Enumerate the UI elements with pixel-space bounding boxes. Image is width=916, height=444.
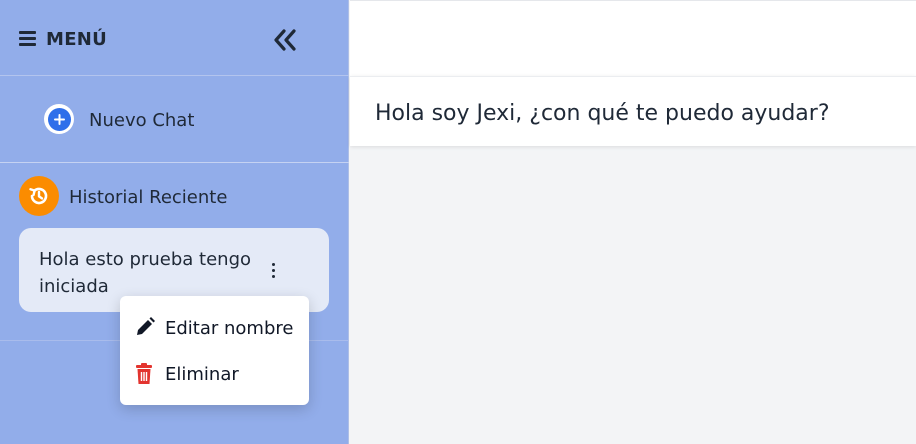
trash-icon (136, 363, 152, 384)
edit-name-menu-item[interactable]: Editar nombre (120, 308, 309, 352)
delete-label: Eliminar (165, 364, 239, 385)
new-chat-label: Nuevo Chat (89, 110, 195, 131)
menu-header: MENÚ (0, 0, 349, 76)
pencil-icon (137, 317, 155, 335)
double-chevron-left-icon (274, 29, 296, 51)
menu-title: MENÚ (46, 29, 108, 50)
collapse-sidebar-button[interactable] (270, 26, 302, 54)
chat-history-title: Hola esto prueba tengo iniciada (39, 249, 252, 297)
hamburger-icon[interactable] (19, 31, 36, 46)
greeting-message: Hola soy Jexi, ¿con qué te puedo ayudar? (375, 101, 830, 126)
divider (0, 162, 349, 163)
top-bar (350, 0, 916, 76)
new-chat-button[interactable]: Nuevo Chat (40, 100, 280, 140)
history-header: Historial Reciente (19, 176, 319, 216)
history-icon (19, 176, 59, 216)
kebab-icon[interactable] (265, 260, 281, 282)
plus-circle-icon (44, 104, 74, 134)
edit-name-label: Editar nombre (165, 318, 294, 339)
delete-menu-item[interactable]: Eliminar (120, 354, 309, 398)
sidebar: MENÚ Nuevo Chat Historial Reciente Hola … (0, 0, 349, 444)
main-area: Hola soy Jexi, ¿con qué te puedo ayudar? (350, 0, 916, 444)
greeting-bar: Hola soy Jexi, ¿con qué te puedo ayudar? (350, 76, 916, 146)
chat-options-menu: Editar nombre Eliminar (120, 296, 309, 405)
app-root: MENÚ Nuevo Chat Historial Reciente Hola … (0, 0, 916, 444)
history-label: Historial Reciente (69, 187, 228, 208)
